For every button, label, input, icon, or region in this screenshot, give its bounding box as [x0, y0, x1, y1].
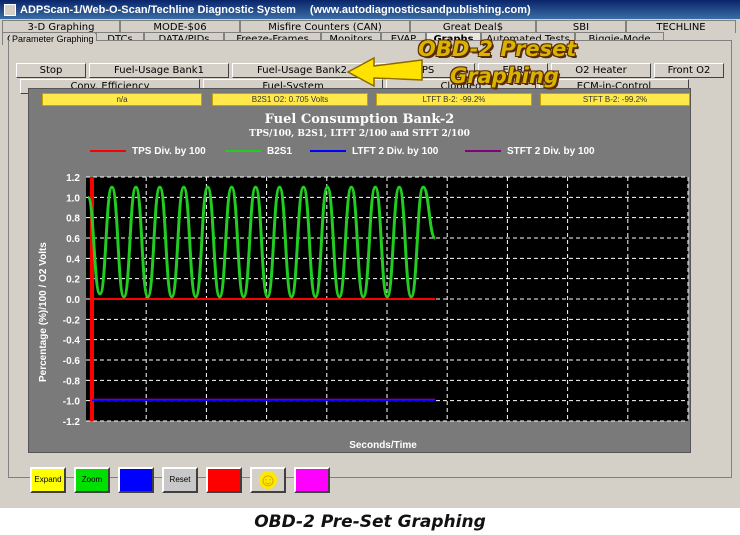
legend-item: STFT 2 Div. by 100: [465, 145, 595, 157]
y-tick-label: -1.0: [63, 397, 81, 408]
callout-line-1: OBD-2 Preset: [418, 37, 577, 61]
expand-button[interactable]: Expand: [30, 467, 66, 493]
preset-graphing-callout: OBD-2 Preset Graphing: [418, 36, 608, 90]
stop-button[interactable]: Stop: [16, 63, 86, 78]
red-button[interactable]: [206, 467, 242, 493]
y-tick-label: 0.6: [66, 234, 80, 245]
chart-subtitle: TPS/100, B2S1, LTFT 2/100 and STFT 2/100: [249, 129, 470, 139]
window-title: ADPScan-1/Web-O-Scan/Techline Diagnostic…: [20, 3, 296, 16]
legend-label: B2S1: [267, 145, 293, 157]
legend-swatch: [465, 150, 501, 152]
blue-button[interactable]: [118, 467, 154, 493]
group-label: Parameter Graphing: [10, 34, 96, 44]
window-url: (www.autodiagnosticsandpublishing.com): [309, 3, 531, 16]
app-icon: [4, 3, 16, 16]
fuel-usage-bank1-button[interactable]: Fuel-Usage Bank1: [89, 63, 229, 78]
legend-label: TPS Div. by 100: [132, 145, 206, 157]
y-tick-label: 0.0: [66, 295, 80, 306]
callout-line-2: Graphing: [450, 64, 559, 88]
legend-swatch: [225, 150, 261, 152]
smiley-icon: ☺: [258, 470, 278, 490]
callout-arrow-icon: [346, 56, 423, 88]
y-tick-label: -0.4: [63, 336, 81, 347]
y-axis-label: Percentage (%)/100 / O2 Volts: [38, 242, 49, 382]
readout-1: B2S1 O2: 0.705 Volts: [212, 93, 368, 106]
y-tick-label: 1.0: [66, 193, 80, 204]
window-titlebar: ADPScan-1/Web-O-Scan/Techline Diagnostic…: [0, 0, 740, 19]
readout-0: n/a: [42, 93, 202, 106]
readout-3: STFT B-2: -99.2%: [540, 93, 690, 106]
y-tick-label: -0.6: [63, 356, 81, 367]
x-axis-label: Seconds/Time: [349, 440, 417, 451]
magenta-button[interactable]: [294, 467, 330, 493]
y-tick-label: -1.2: [63, 417, 81, 428]
plot-area: 1.2 1.0 0.8 0.6 0.4 0.2 0.0 -0.2 -0.4 -0.6 -0.8 -1.…: [63, 173, 689, 428]
readout-2: LTFT B-2: -99.2%: [376, 93, 532, 106]
front-o2-button[interactable]: Front O2: [654, 63, 724, 78]
y-tick-label: 0.8: [66, 214, 80, 225]
y-tick-label: -0.2: [63, 315, 81, 326]
legend-label: STFT 2 Div. by 100: [507, 145, 595, 157]
y-tick-label: -0.8: [63, 376, 81, 387]
legend-swatch: [310, 150, 346, 152]
zoom-button[interactable]: Zoom: [74, 467, 110, 493]
reset-button[interactable]: Reset: [162, 467, 198, 493]
legend-swatch: [90, 150, 126, 152]
chart-title: Fuel Consumption Bank-2: [264, 112, 455, 127]
smiley-button[interactable]: ☺: [250, 467, 286, 493]
page-caption: OBD-2 Pre-Set Graphing: [254, 512, 486, 532]
y-tick-label: 0.2: [66, 275, 80, 286]
legend-item: B2S1: [225, 145, 292, 157]
y-tick-label: 0.4: [66, 254, 80, 265]
y-tick-label: 1.2: [66, 173, 80, 184]
legend-item: LTFT 2 Div. by 100: [310, 145, 438, 157]
legend-item: TPS Div. by 100: [90, 145, 206, 157]
legend-label: LTFT 2 Div. by 100: [352, 145, 439, 157]
